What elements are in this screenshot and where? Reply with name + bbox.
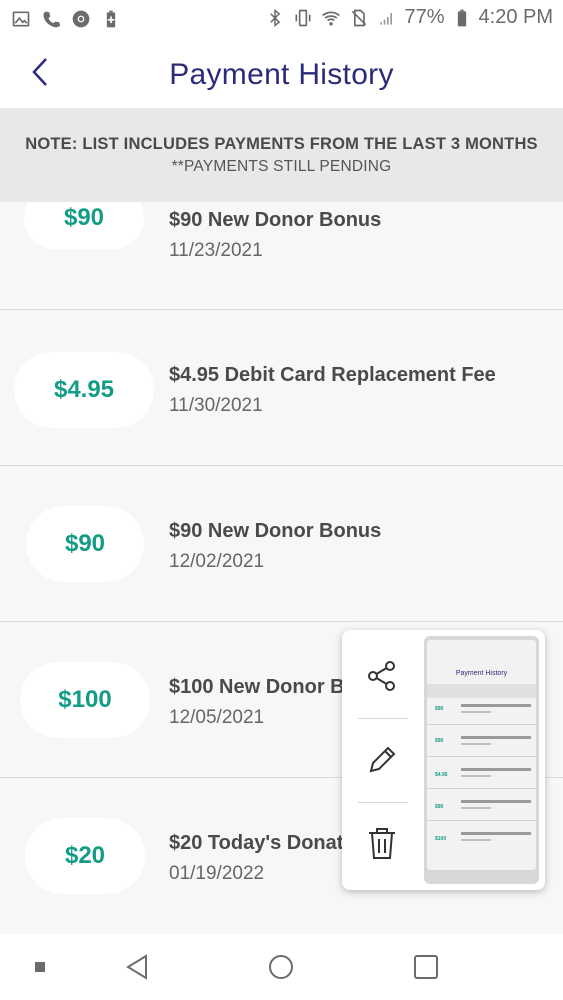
thumbnail-amount: $100 xyxy=(435,836,447,842)
thumbnail-line xyxy=(461,775,491,777)
wifi-icon xyxy=(320,7,342,29)
system-nav-bar xyxy=(0,934,563,1000)
thumbnail-line xyxy=(461,807,491,809)
payment-date: 01/19/2022 xyxy=(169,863,265,884)
payment-date: 11/23/2021 xyxy=(169,240,263,261)
thumbnail-amount: $90 xyxy=(435,706,444,712)
payment-row[interactable]: $4.95 $4.95 Debit Card Replacement Fee 1… xyxy=(0,310,563,466)
payment-date: 12/05/2021 xyxy=(169,707,265,728)
nav-home-button[interactable] xyxy=(266,952,296,982)
delete-icon xyxy=(369,828,395,859)
thumbnail-screen: Payment History $90 $90 $4.95 $90 $100 xyxy=(427,640,536,870)
battery-icon xyxy=(451,7,473,29)
payment-title: $20 Today's Donat xyxy=(169,832,344,854)
chrome-icon xyxy=(70,8,92,30)
thumbnail-line xyxy=(461,736,531,739)
back-icon xyxy=(126,954,147,980)
payment-amount-badge: $4.95 xyxy=(14,352,154,428)
payment-date: 11/30/2021 xyxy=(169,395,263,416)
thumbnail-amount: $90 xyxy=(435,738,444,744)
pending-note-text: **PAYMENTS STILL PENDING xyxy=(171,158,392,175)
menu-dot-button[interactable] xyxy=(25,952,55,982)
thumbnail-line xyxy=(461,743,491,745)
thumbnail-amount: $90 xyxy=(435,804,444,810)
delete-button[interactable] xyxy=(356,813,408,873)
signal-icon xyxy=(376,7,398,29)
thumbnail-title: Payment History xyxy=(455,670,508,677)
thumbnail-line xyxy=(461,832,531,835)
note-banner: NOTE: LIST INCLUDES PAYMENTS FROM THE LA… xyxy=(0,108,563,202)
vibrate-icon xyxy=(292,7,314,29)
home-icon xyxy=(269,955,293,979)
screenshot-thumbnail[interactable]: Payment History $90 $90 $4.95 $90 $100 xyxy=(424,636,539,884)
payment-title: $90 New Donor Bonus xyxy=(169,209,382,231)
thumbnail-amount: $4.95 xyxy=(435,772,448,778)
payment-amount-badge: $20 xyxy=(25,818,145,894)
status-bar: 77% 4:20 PM xyxy=(0,0,563,38)
no-sim-icon xyxy=(348,7,370,29)
thumbnail-divider xyxy=(427,820,536,821)
note-text: NOTE: LIST INCLUDES PAYMENTS FROM THE LA… xyxy=(25,135,538,153)
thumbnail-divider xyxy=(427,724,536,725)
payment-row[interactable]: $90 $90 New Donor Bonus 12/02/2021 xyxy=(0,466,563,622)
thumbnail-line xyxy=(461,800,531,803)
nav-recents-button[interactable] xyxy=(411,952,441,982)
payment-amount-badge: $100 xyxy=(20,662,150,738)
battery-saver-icon xyxy=(100,8,122,30)
thumbnail-line xyxy=(461,839,491,841)
thumbnail-line xyxy=(461,711,491,713)
app-header: Payment History xyxy=(0,38,563,108)
payment-date: 12/02/2021 xyxy=(169,551,265,572)
square-dot-icon xyxy=(35,962,45,972)
payment-amount-badge: $90 xyxy=(24,202,144,249)
payment-title: $90 New Donor Bonus xyxy=(169,520,382,542)
clock: 4:20 PM xyxy=(478,6,553,28)
thumbnail-note xyxy=(427,684,536,698)
thumbnail-divider xyxy=(427,756,536,757)
bluetooth-icon xyxy=(264,7,286,29)
thumbnail-divider xyxy=(427,788,536,789)
recents-icon xyxy=(414,955,438,979)
battery-percent: 77% xyxy=(404,6,445,28)
page-title: Payment History xyxy=(169,58,394,91)
edit-icon xyxy=(369,746,396,773)
phone-icon xyxy=(40,8,62,30)
payment-title: $4.95 Debit Card Replacement Fee xyxy=(169,364,496,386)
image-icon xyxy=(10,8,32,30)
payment-amount-badge: $90 xyxy=(26,506,144,582)
divider xyxy=(358,718,408,719)
thumbnail-line xyxy=(461,768,531,771)
share-button[interactable] xyxy=(356,646,408,706)
edit-button[interactable] xyxy=(356,730,408,790)
payment-title: $100 New Donor B xyxy=(169,676,345,698)
share-icon xyxy=(368,661,395,691)
divider xyxy=(358,802,408,803)
payment-row[interactable]: $90 $90 New Donor Bonus 11/23/2021 xyxy=(0,202,563,310)
thumbnail-line xyxy=(461,704,531,707)
nav-back-button[interactable] xyxy=(122,952,152,982)
screenshot-popup: Payment History $90 $90 $4.95 $90 $100 xyxy=(342,630,545,890)
